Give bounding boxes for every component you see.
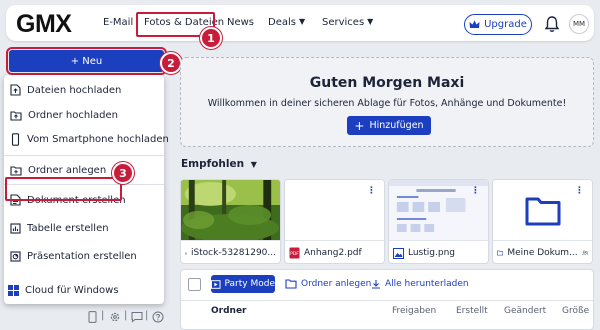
upload-dropzone[interactable]: Guten Morgen Maxi Willkommen in deiner s… — [180, 57, 594, 147]
pdf-file-icon: PDF — [289, 247, 300, 259]
party-mode-button[interactable]: Party Mode — [211, 275, 275, 293]
menu-item-upload-folder[interactable]: Ordner hochladen — [10, 105, 160, 125]
top-bar: GMX E-Mail Fotos & Dateien News Deals ▼ S… — [6, 5, 594, 41]
folder-card[interactable]: ⋮ Meine Dokum... — [492, 179, 593, 264]
svg-text:PDF: PDF — [290, 251, 299, 257]
create-folder-button[interactable]: Ordner anlegen — [285, 279, 371, 289]
forest-photo-thumbnail — [181, 180, 280, 240]
nav-deals-label: Deals — [268, 17, 296, 28]
greeting-title: Guten Morgen Maxi — [309, 75, 465, 91]
menu-item-create-spreadsheet[interactable]: Tabelle erstellen — [10, 218, 160, 238]
file-name: iStock-53281290... — [190, 248, 276, 258]
add-button[interactable]: + Hinzufügen — [347, 116, 431, 135]
menu-item-label: Vom Smartphone hochladen — [27, 133, 169, 145]
menu-item-label: Ordner anlegen — [28, 164, 107, 176]
presentation-icon — [10, 250, 21, 262]
file-name: Anhang2.pdf — [304, 248, 362, 258]
list-divider — [181, 300, 593, 301]
new-button-label: + Neu — [70, 55, 103, 67]
shared-users-icon — [581, 250, 588, 256]
footer-divider: | — [145, 310, 149, 321]
folder-small-icon — [497, 250, 504, 256]
folder-icon — [525, 197, 561, 226]
upgrade-label: Upgrade — [484, 19, 527, 30]
cloud-for-windows-link[interactable]: Cloud für Windows — [8, 285, 119, 296]
spreadsheet-icon — [10, 222, 21, 234]
crown-icon — [469, 20, 480, 28]
party-mode-icon — [211, 279, 221, 289]
help-icon[interactable] — [152, 311, 164, 323]
more-options-icon[interactable]: ⋮ — [367, 186, 376, 196]
nav-email[interactable]: E-Mail — [103, 17, 133, 28]
more-options-icon[interactable]: ⋮ — [471, 186, 480, 196]
file-card[interactable]: iStock-53281290... — [180, 179, 281, 264]
column-header-geaendert[interactable]: Geändert — [504, 306, 546, 316]
recommended-label: Empfohlen — [181, 158, 245, 170]
sidebar-footer: | | | — [0, 307, 175, 330]
file-card[interactable]: ⋮ PDF Anhang2.pdf — [284, 179, 385, 264]
more-options-icon[interactable]: ⋮ — [575, 186, 584, 196]
cloud-link-label: Cloud für Windows — [25, 285, 119, 296]
chevron-down-icon: ▼ — [367, 17, 374, 26]
download-all-button[interactable]: Alle herunterladen — [371, 279, 469, 289]
select-all-checkbox[interactable] — [188, 278, 201, 291]
nav-deals[interactable]: Deals ▼ — [268, 17, 305, 28]
main-content: Guten Morgen Maxi Willkommen in deiner s… — [175, 45, 600, 330]
download-all-label: Alle herunterladen — [385, 279, 469, 289]
chat-icon[interactable] — [131, 311, 143, 323]
upgrade-button[interactable]: Upgrade — [464, 14, 532, 35]
folder-upload-icon — [10, 110, 22, 121]
nav-services-label: Services — [322, 17, 365, 28]
column-header-freigaben[interactable]: Freigaben — [392, 306, 436, 316]
folder-add-icon — [10, 165, 22, 176]
file-card-meta: iStock-53281290... — [181, 240, 280, 263]
chevron-down-icon: ▼ — [298, 17, 306, 26]
add-button-label: Hinzufügen — [369, 120, 424, 131]
menu-item-label: Tabelle erstellen — [27, 222, 109, 234]
new-button[interactable]: + Neu — [6, 47, 167, 75]
create-folder-label: Ordner anlegen — [301, 279, 372, 289]
menu-item-label: Ordner hochladen — [28, 109, 118, 121]
gmx-logo[interactable]: GMX — [16, 10, 72, 39]
sidebar: + Neu Dateien hochladen Ordner hochladen… — [0, 45, 175, 330]
file-upload-icon — [10, 84, 21, 96]
menu-item-create-presentation[interactable]: Präsentation erstellen — [10, 246, 160, 266]
smartphone-icon[interactable] — [88, 311, 97, 323]
bell-icon[interactable] — [544, 15, 560, 33]
nav-services[interactable]: Services ▼ — [322, 17, 373, 28]
avatar[interactable]: MM — [569, 14, 589, 34]
highlight-box-document — [5, 177, 122, 201]
file-card-meta: Lustig.png — [389, 240, 488, 263]
file-card-meta: Meine Dokum... — [493, 240, 592, 263]
party-mode-label: Party Mode — [224, 279, 275, 289]
file-card-meta: PDF Anhang2.pdf — [285, 240, 384, 263]
nav-news[interactable]: News — [227, 17, 254, 28]
file-card[interactable]: ⋮ Lustig.png — [388, 179, 489, 264]
gear-icon[interactable] — [109, 311, 121, 323]
welcome-subtitle: Willkommen in deiner sicheren Ablage für… — [207, 98, 567, 109]
image-file-icon — [185, 252, 187, 254]
recommended-header[interactable]: Empfohlen ▼ — [181, 158, 257, 170]
image-file-icon — [393, 247, 404, 259]
menu-item-label: Dateien hochladen — [27, 84, 122, 96]
chevron-down-icon: ▼ — [250, 160, 257, 169]
file-name: Meine Dokum... — [507, 248, 578, 258]
download-icon — [372, 280, 380, 289]
footer-divider: | — [124, 310, 128, 321]
column-header-erstellt[interactable]: Erstellt — [456, 306, 488, 316]
callout-badge-3: 3 — [112, 162, 134, 184]
menu-item-label: Präsentation erstellen — [27, 250, 137, 262]
footer-divider: | — [101, 310, 105, 321]
column-header-ordner[interactable]: Ordner — [211, 306, 246, 316]
windows-icon — [8, 285, 19, 296]
file-name: Lustig.png — [408, 248, 455, 258]
menu-divider — [4, 155, 164, 156]
plus-icon: + — [354, 118, 365, 133]
file-list: Party Mode Ordner anlegen Alle herunterl… — [180, 269, 594, 330]
menu-item-upload-files[interactable]: Dateien hochladen — [10, 80, 160, 100]
smartphone-icon — [11, 132, 20, 146]
column-header-groesse[interactable]: Größe — [562, 306, 589, 316]
menu-item-upload-smartphone[interactable]: Vom Smartphone hochladen — [10, 129, 169, 149]
folder-add-icon — [285, 279, 297, 289]
